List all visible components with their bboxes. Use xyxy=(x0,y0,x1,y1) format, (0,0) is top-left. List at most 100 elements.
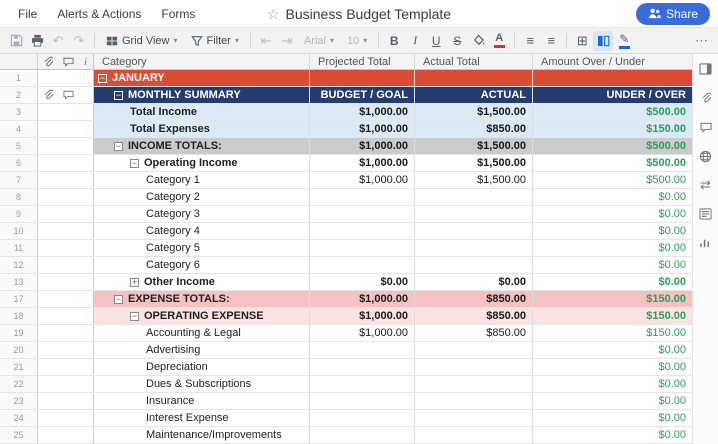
category-cell[interactable]: Category 1 xyxy=(94,172,310,188)
actual-total-cell[interactable]: $850.00 xyxy=(415,291,533,307)
font-selector[interactable]: Arial ▾ xyxy=(298,31,340,51)
view-selector[interactable]: Grid View ▾ xyxy=(100,31,184,51)
projected-total-cell[interactable] xyxy=(310,410,415,426)
comment-cell[interactable] xyxy=(58,172,78,188)
actual-total-cell[interactable] xyxy=(415,427,533,443)
activity-log-icon[interactable] xyxy=(695,234,717,252)
underline-button[interactable]: U xyxy=(426,31,446,51)
row-number-header[interactable] xyxy=(0,54,38,69)
redo-icon[interactable]: ↷ xyxy=(69,31,89,51)
row-number[interactable]: 13 xyxy=(0,274,38,290)
category-cell[interactable]: Interest Expense xyxy=(94,410,310,426)
info-cell[interactable] xyxy=(78,155,94,171)
attachment-cell[interactable] xyxy=(38,427,58,443)
outdent-icon[interactable]: ⇤ xyxy=(256,31,276,51)
actual-total-cell[interactable]: $0.00 xyxy=(415,274,533,290)
comment-cell[interactable] xyxy=(58,410,78,426)
info-cell[interactable] xyxy=(78,274,94,290)
category-cell[interactable]: Category 6 xyxy=(94,257,310,273)
comment-cell[interactable] xyxy=(58,274,78,290)
collapse-panel-icon[interactable] xyxy=(695,60,717,78)
info-cell[interactable] xyxy=(78,240,94,256)
actual-total-cell[interactable]: $1,500.00 xyxy=(415,104,533,120)
comment-cell[interactable] xyxy=(58,359,78,375)
amount-over-under-cell[interactable]: $500.00 xyxy=(533,104,692,120)
attachment-cell[interactable] xyxy=(38,206,58,222)
amount-over-under-column-header[interactable]: Amount Over / Under xyxy=(533,54,692,69)
attachment-cell[interactable] xyxy=(38,257,58,273)
projected-total-cell[interactable] xyxy=(310,240,415,256)
actual-total-cell[interactable] xyxy=(415,223,533,239)
category-cell[interactable]: Total Income xyxy=(94,104,310,120)
attachments-icon[interactable] xyxy=(695,89,717,107)
actual-total-cell[interactable] xyxy=(415,70,533,86)
amount-over-under-cell[interactable]: UNDER / OVER xyxy=(533,87,692,103)
amount-over-under-cell[interactable]: $500.00 xyxy=(533,138,692,154)
amount-over-under-cell[interactable]: $0.00 xyxy=(533,257,692,273)
category-cell[interactable]: Insurance xyxy=(94,393,310,409)
info-cell[interactable] xyxy=(78,257,94,273)
amount-over-under-cell[interactable]: $150.00 xyxy=(533,308,692,324)
row-number[interactable]: 24 xyxy=(0,410,38,426)
amount-over-under-cell[interactable]: $0.00 xyxy=(533,427,692,443)
fill-color-button[interactable] xyxy=(468,31,488,51)
row-number[interactable]: 1 xyxy=(0,70,38,86)
attachment-cell[interactable] xyxy=(38,376,58,392)
save-icon[interactable] xyxy=(6,31,26,51)
info-cell[interactable] xyxy=(78,87,94,103)
category-cell[interactable]: Advertising xyxy=(94,342,310,358)
info-cell[interactable] xyxy=(78,206,94,222)
comment-cell[interactable] xyxy=(58,427,78,443)
row-number[interactable]: 7 xyxy=(0,172,38,188)
sheet-summary-icon[interactable] xyxy=(695,205,717,223)
collapse-row-icon[interactable]: − xyxy=(130,312,139,321)
collapse-row-icon[interactable]: − xyxy=(114,142,123,151)
share-button[interactable]: Share xyxy=(636,3,710,25)
info-cell[interactable] xyxy=(78,70,94,86)
amount-over-under-cell[interactable]: $0.00 xyxy=(533,274,692,290)
amount-over-under-cell[interactable]: $0.00 xyxy=(533,206,692,222)
projected-total-cell[interactable]: $1,000.00 xyxy=(310,138,415,154)
projected-total-cell[interactable] xyxy=(310,257,415,273)
publish-globe-icon[interactable] xyxy=(695,147,717,165)
borders-icon[interactable]: ⊞ xyxy=(572,31,592,51)
projected-total-cell[interactable]: $1,000.00 xyxy=(310,104,415,120)
row-number[interactable]: 23 xyxy=(0,393,38,409)
conversations-icon[interactable] xyxy=(695,118,717,136)
info-cell[interactable] xyxy=(78,427,94,443)
actual-total-cell[interactable] xyxy=(415,240,533,256)
projected-total-cell[interactable]: $1,000.00 xyxy=(310,308,415,324)
info-cell[interactable] xyxy=(78,223,94,239)
category-column-header[interactable]: Category xyxy=(94,54,310,69)
attachment-cell[interactable] xyxy=(38,359,58,375)
actual-total-cell[interactable]: $850.00 xyxy=(415,121,533,137)
category-cell[interactable]: Category 2 xyxy=(94,189,310,205)
amount-over-under-cell[interactable]: $500.00 xyxy=(533,172,692,188)
comment-cell[interactable] xyxy=(58,257,78,273)
info-cell[interactable] xyxy=(78,342,94,358)
attachment-cell[interactable] xyxy=(38,291,58,307)
amount-over-under-cell[interactable]: $500.00 xyxy=(533,155,692,171)
attachment-cell[interactable] xyxy=(38,155,58,171)
row-number[interactable]: 22 xyxy=(0,376,38,392)
undo-icon[interactable]: ↶ xyxy=(48,31,68,51)
comment-column-header[interactable] xyxy=(58,54,78,69)
projected-total-cell[interactable] xyxy=(310,359,415,375)
category-cell[interactable]: Category 4 xyxy=(94,223,310,239)
category-cell[interactable]: −JANUARY xyxy=(94,70,310,86)
projected-total-cell[interactable]: $1,000.00 xyxy=(310,172,415,188)
attachment-cell[interactable] xyxy=(38,223,58,239)
comment-cell[interactable] xyxy=(58,376,78,392)
projected-total-cell[interactable]: $0.00 xyxy=(310,274,415,290)
actual-total-cell[interactable] xyxy=(415,393,533,409)
actual-total-cell[interactable] xyxy=(415,410,533,426)
freeze-columns-icon[interactable] xyxy=(593,31,613,51)
format-pen-icon[interactable]: ✎ xyxy=(614,31,634,51)
category-cell[interactable]: Depreciation xyxy=(94,359,310,375)
actual-total-column-header[interactable]: Actual Total xyxy=(415,54,533,69)
projected-total-cell[interactable]: $1,000.00 xyxy=(310,121,415,137)
row-number[interactable]: 20 xyxy=(0,342,38,358)
comment-cell[interactable] xyxy=(58,393,78,409)
actual-total-cell[interactable] xyxy=(415,342,533,358)
amount-over-under-cell[interactable]: $0.00 xyxy=(533,393,692,409)
